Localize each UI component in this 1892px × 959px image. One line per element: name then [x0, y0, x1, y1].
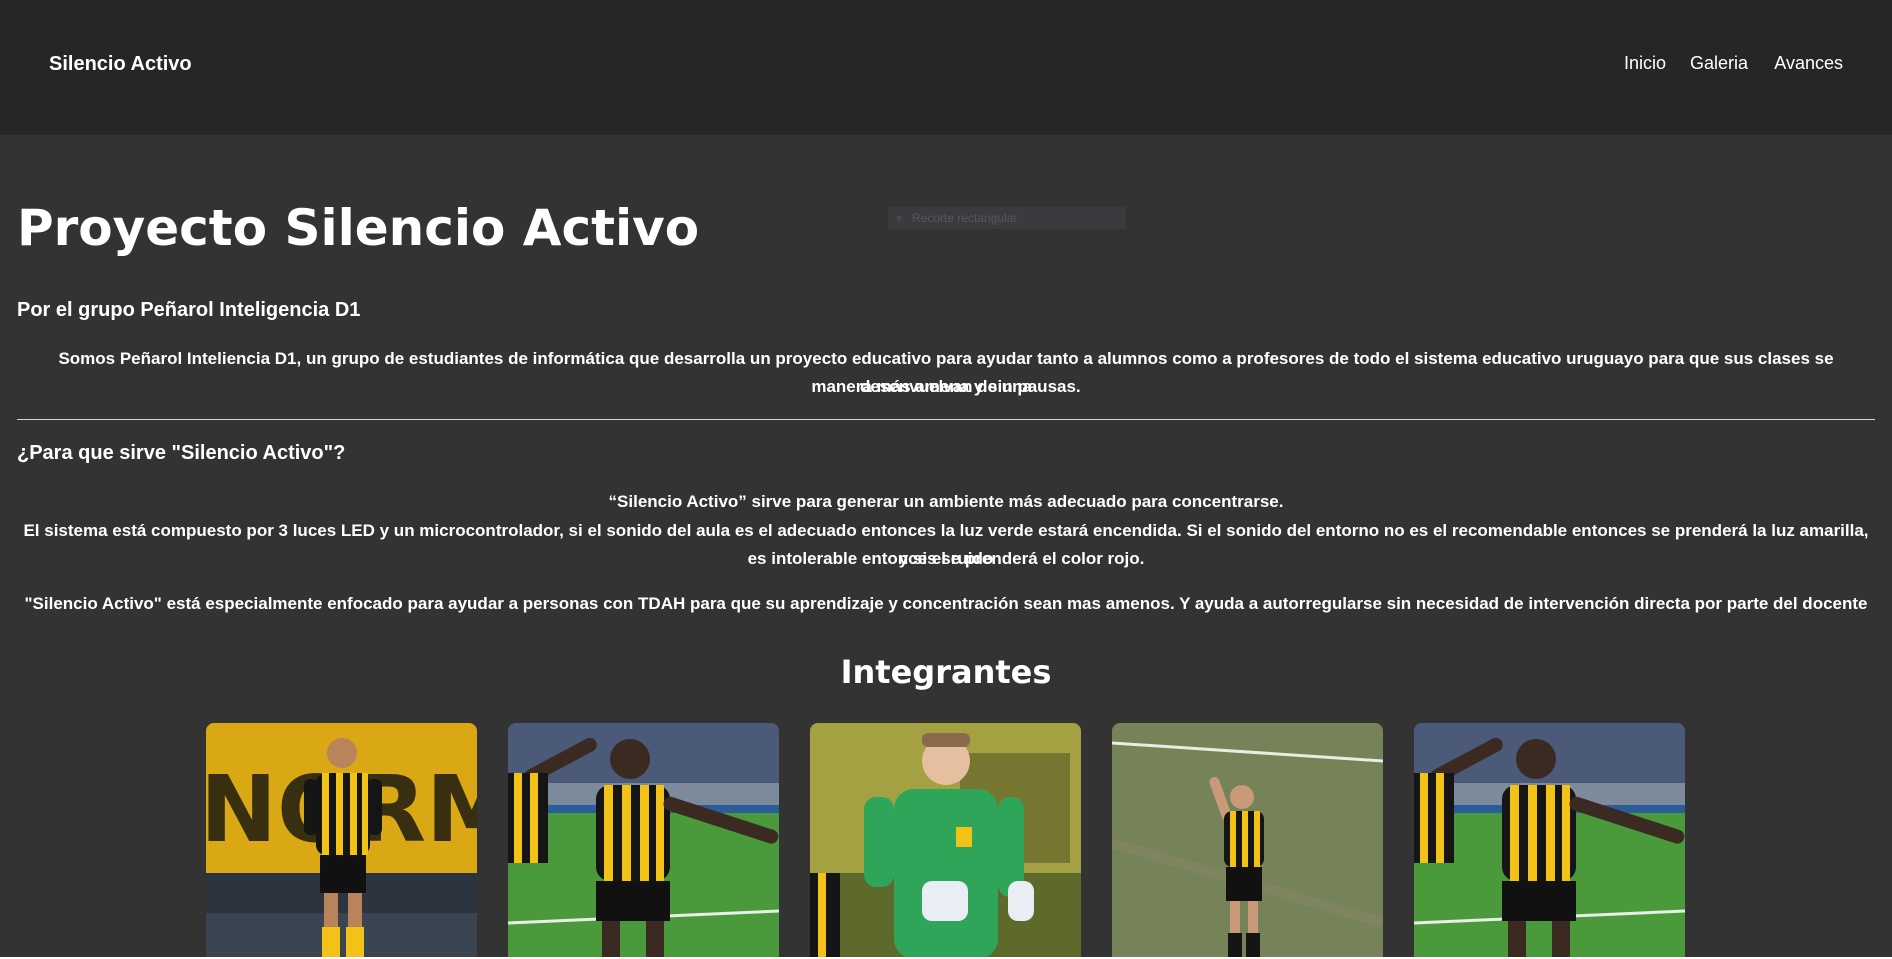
nav-link-avances[interactable]: Avances — [1774, 53, 1843, 74]
members-gallery: NORMAL — [0, 723, 1892, 959]
member-photo — [508, 723, 779, 959]
purpose-line-3: es intolerable entonces se prenderá el c… — [747, 549, 1145, 568]
top-navbar: Silencio Activo Inicio Galeria Avances — [0, 0, 1892, 135]
member-photo — [1112, 723, 1383, 959]
purpose-heading: ¿Para que sirve "Silencio Activo"? — [17, 442, 346, 464]
member-card[interactable] — [810, 723, 1081, 959]
member-photo: NORMAL — [206, 723, 477, 959]
purpose-line-1: “Silencio Activo” sirve para generar un … — [608, 492, 1284, 511]
member-photo — [1414, 723, 1685, 959]
overlay-label: Recorte rectangular — [912, 211, 1018, 225]
purpose-line-4: "Silencio Activo" está especialmente enf… — [24, 594, 1868, 613]
section-divider — [17, 419, 1875, 420]
intro-line-2: manera más amena y sin pausas. — [811, 377, 1081, 396]
member-card[interactable] — [1112, 723, 1383, 959]
brand-link[interactable]: Silencio Activo — [49, 53, 192, 76]
page-title: Proyecto Silencio Activo — [17, 199, 700, 257]
member-photo — [810, 723, 1081, 959]
page-subtitle: Por el grupo Peñarol Inteligencia D1 — [17, 299, 361, 321]
member-card[interactable] — [1414, 723, 1685, 959]
chevron-down-icon: ▾ — [896, 211, 903, 225]
member-card[interactable]: NORMAL — [206, 723, 477, 959]
nav-link-galeria[interactable]: Galeria — [1690, 53, 1748, 74]
snipping-tool-overlay[interactable]: ▾ Recorte rectangular — [888, 207, 1126, 229]
members-heading: Integrantes — [840, 653, 1052, 691]
nav-link-inicio[interactable]: Inicio — [1624, 53, 1666, 74]
member-card[interactable] — [508, 723, 779, 959]
